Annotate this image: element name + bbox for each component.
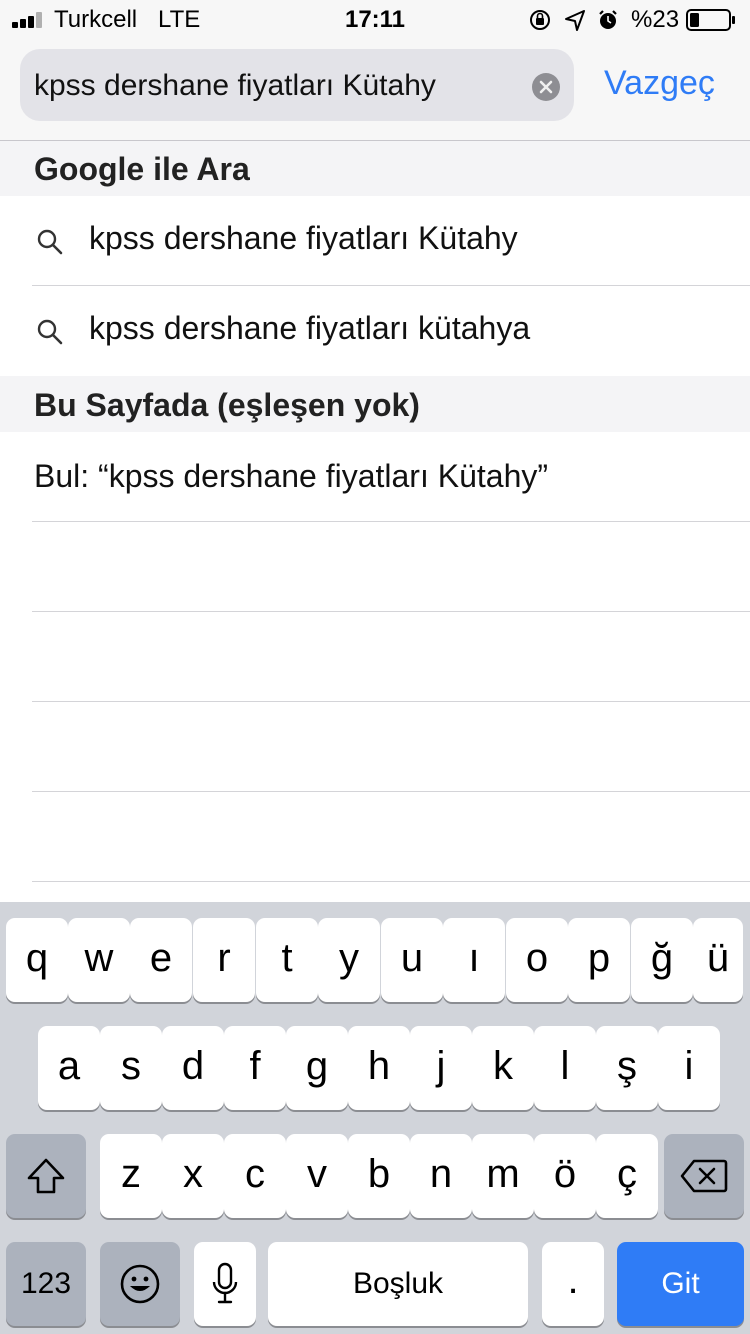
orientation-lock-icon [530,10,550,30]
status-icons [530,10,617,31]
suggestion-text: kpss dershane fiyatları Kütahy [89,220,518,256]
key-b[interactable]: b [348,1134,410,1218]
key-m[interactable]: m [472,1134,534,1218]
key-z[interactable]: z [100,1134,162,1218]
divider [32,791,750,792]
key-t[interactable]: t [256,918,318,1002]
search-icon [37,229,63,255]
key-e[interactable]: e [130,918,192,1002]
key-o[interactable]: o [506,918,568,1002]
numbers-key[interactable]: 123 [6,1242,86,1326]
key-p[interactable]: p [568,918,630,1002]
battery-percent: %23 [631,6,680,33]
key-y[interactable]: y [318,918,380,1002]
key-i[interactable]: i [658,1026,720,1110]
shift-icon [27,1158,65,1194]
key-w[interactable]: w [68,918,130,1002]
key-u[interactable]: u [381,918,443,1002]
battery-icon [686,9,735,31]
backspace-key[interactable] [664,1134,744,1218]
key-h[interactable]: h [348,1026,410,1110]
keyboard: q w e r t y u ı o p ğ ü a s d f g h j k … [0,902,750,1334]
clear-icon [539,80,553,94]
divider [32,701,750,702]
find-on-page-label: Bul: “kpss dershane fiyatları Kütahy” [34,458,549,494]
search-input[interactable]: kpss dershane fiyatları Kütahy [34,69,436,103]
suggestion-row[interactable]: kpss dershane fiyatları kütahya [0,286,750,376]
emoji-key[interactable] [100,1242,180,1326]
key-c-cedilla[interactable]: ç [596,1134,658,1218]
go-button[interactable]: Git [617,1242,744,1326]
key-g-breve[interactable]: ğ [631,918,693,1002]
key-g[interactable]: g [286,1026,348,1110]
on-page-section-header: Bu Sayfada (eşleşen yok) [0,376,750,432]
key-x[interactable]: x [162,1134,224,1218]
key-r[interactable]: r [193,918,255,1002]
status-bar: Turkcell LTE 17:11 %23 [0,0,750,40]
space-key[interactable]: Boşluk [268,1242,528,1326]
search-field[interactable]: kpss dershane fiyatları Kütahy [20,49,574,121]
key-q[interactable]: q [6,918,68,1002]
key-s[interactable]: s [100,1026,162,1110]
key-f[interactable]: f [224,1026,286,1110]
key-v[interactable]: v [286,1134,348,1218]
emoji-icon [120,1264,160,1304]
suggestion-text: kpss dershane fiyatları kütahya [89,310,531,346]
key-j[interactable]: j [410,1026,472,1110]
shift-key[interactable] [6,1134,86,1218]
key-u-umlaut[interactable]: ü [693,918,743,1002]
search-icon [37,319,63,345]
divider [32,521,750,522]
google-section-header: Google ile Ara [0,141,750,196]
key-o-umlaut[interactable]: ö [534,1134,596,1218]
suggestion-row[interactable]: kpss dershane fiyatları Kütahy [0,196,750,286]
key-dotless-i[interactable]: ı [443,918,505,1002]
cancel-button[interactable]: Vazgeç [604,64,715,103]
dictation-key[interactable] [194,1242,256,1326]
clear-search-button[interactable] [532,73,560,101]
alarm-icon [599,10,617,29]
on-page-section-title: Bu Sayfada (eşleşen yok) [34,387,420,423]
key-a[interactable]: a [38,1026,100,1110]
backspace-icon [680,1159,728,1193]
key-k[interactable]: k [472,1026,534,1110]
top-bar: Turkcell LTE 17:11 %23 kpss dershane fiy… [0,0,750,141]
key-d[interactable]: d [162,1026,224,1110]
find-on-page-row[interactable]: Bul: “kpss dershane fiyatları Kütahy” [0,432,750,522]
location-arrow-icon [565,10,585,31]
microphone-icon [212,1262,238,1304]
key-l[interactable]: l [534,1026,596,1110]
key-n[interactable]: n [410,1134,472,1218]
google-section-title: Google ile Ara [34,151,250,187]
period-key[interactable]: . [542,1242,604,1326]
key-s-cedilla[interactable]: ş [596,1026,658,1110]
divider [32,611,750,612]
divider [32,881,750,882]
key-c[interactable]: c [224,1134,286,1218]
